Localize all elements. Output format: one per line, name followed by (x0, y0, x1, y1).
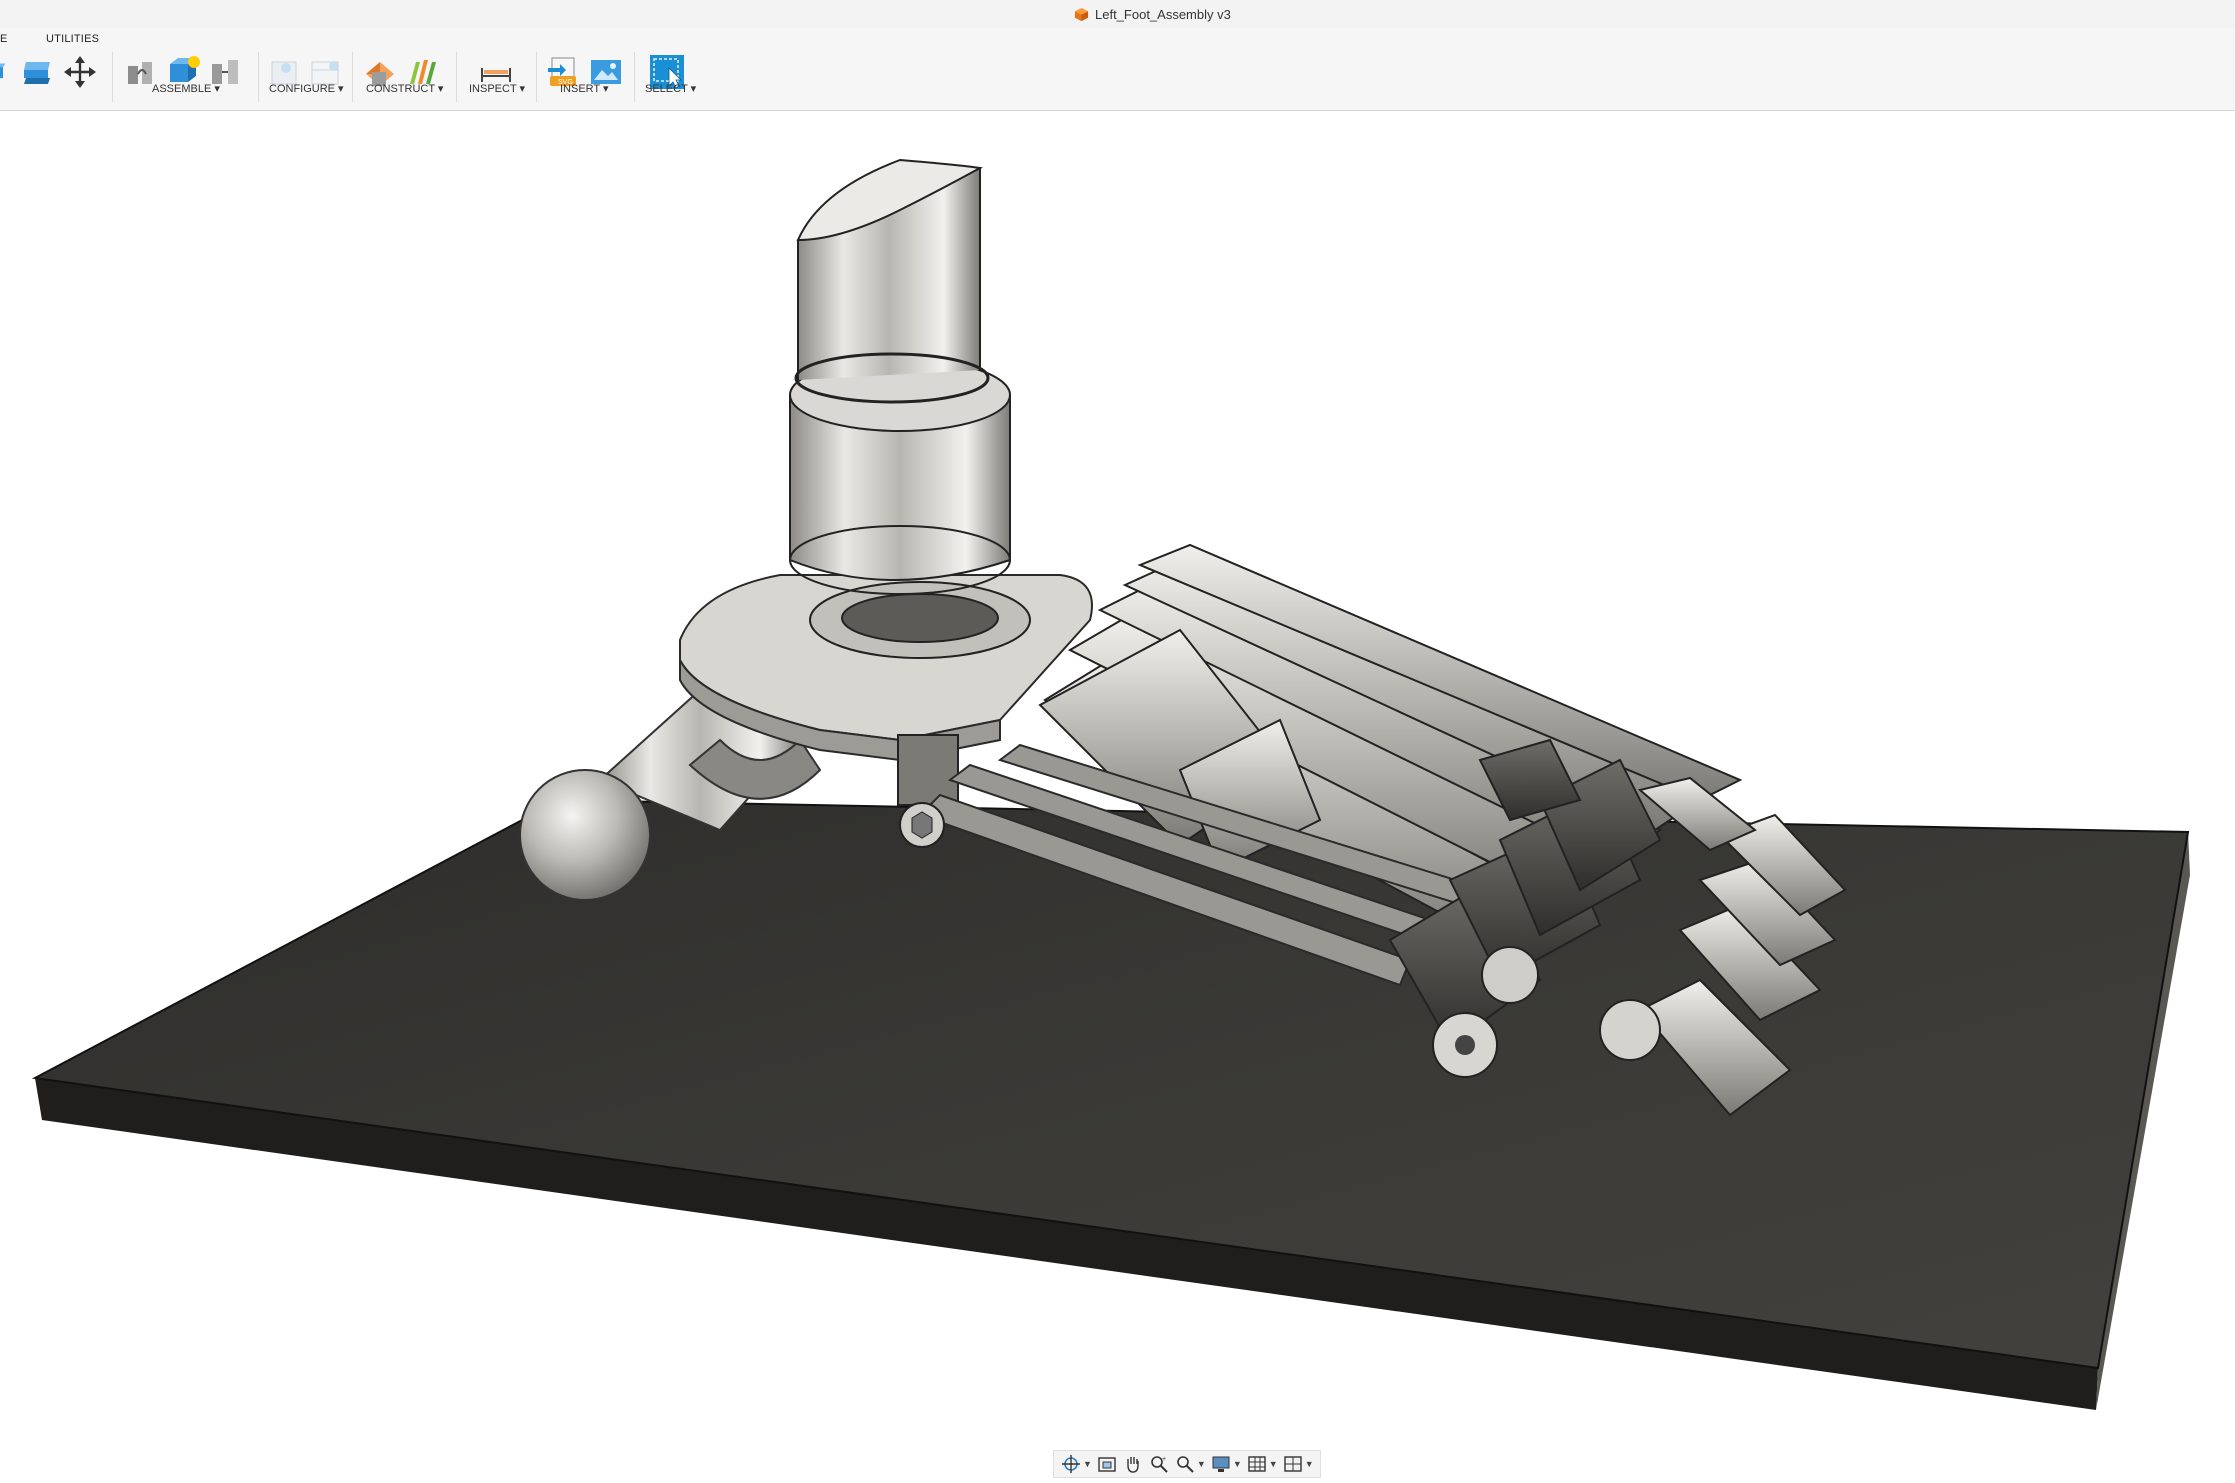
assemble-menu[interactable]: ASSEMBLE ▾ (152, 82, 220, 95)
orange-cube-icon (1074, 7, 1089, 21)
title-bar: Left_Foot_Assembly v3 (0, 0, 2235, 28)
chevron-down-icon[interactable]: ▼ (1269, 1459, 1278, 1469)
document-title-text: Left_Foot_Assembly v3 (1095, 6, 1231, 22)
zoom-window-icon[interactable]: + (1148, 1453, 1170, 1475)
construct-menu[interactable]: CONSTRUCT ▾ (366, 82, 443, 95)
move-icon[interactable] (62, 54, 98, 90)
chevron-down-icon[interactable]: ▼ (1083, 1459, 1092, 1469)
separator (352, 52, 353, 102)
separator (112, 52, 113, 102)
ribbon-toolbar: E UTILITIES ASSEMBLE ▾ CONFIGURE ▾ CONST… (0, 28, 2235, 111)
document-title: Left_Foot_Assembly v3 (1074, 5, 1231, 23)
navigation-bar: ▼ + ▼ ▼ ▼ ▼ (1053, 1450, 1321, 1478)
construct-group: CONSTRUCT ▾ (362, 48, 452, 108)
chevron-down-icon[interactable]: ▼ (1197, 1459, 1206, 1469)
separator (456, 52, 457, 102)
extrude-icon[interactable] (0, 54, 14, 90)
assemble-group: ASSEMBLE ▾ (124, 48, 254, 108)
separator (634, 52, 635, 102)
grid-icon[interactable] (1246, 1453, 1268, 1475)
select-group: SELECT ▾ (644, 48, 704, 108)
display-settings-icon[interactable] (1210, 1453, 1232, 1475)
tab-utilities[interactable]: UTILITIES (46, 33, 99, 45)
separator (536, 52, 537, 102)
look-at-icon[interactable] (1096, 1453, 1118, 1475)
zoom-icon[interactable] (1174, 1453, 1196, 1475)
configure-menu[interactable]: CONFIGURE ▾ (269, 82, 344, 95)
configure-group: CONFIGURE ▾ (266, 48, 356, 108)
pan-icon[interactable] (1122, 1453, 1144, 1475)
base-plate[interactable] (31, 798, 2190, 1410)
sketch-plane-icon[interactable] (20, 54, 56, 90)
tab-stub[interactable]: E (0, 33, 7, 45)
svg-text:+: + (1162, 1456, 1166, 1463)
model-viewport[interactable] (0, 111, 2235, 1441)
insert-menu[interactable]: INSERT ▾ (560, 82, 609, 95)
inspect-menu[interactable]: INSPECT ▾ (469, 82, 525, 95)
leg-cylinder[interactable] (789, 158, 1011, 595)
create-group (0, 48, 105, 108)
select-menu[interactable]: SELECT ▾ (645, 82, 696, 95)
chevron-down-icon[interactable]: ▼ (1305, 1459, 1314, 1469)
orbit-icon[interactable] (1060, 1453, 1082, 1475)
separator (258, 52, 259, 102)
inspect-group: INSPECT ▾ (466, 48, 526, 108)
insert-group: SVG INSERT ▾ (546, 48, 626, 108)
chevron-down-icon[interactable]: ▼ (1233, 1459, 1242, 1469)
viewports-icon[interactable] (1282, 1453, 1304, 1475)
